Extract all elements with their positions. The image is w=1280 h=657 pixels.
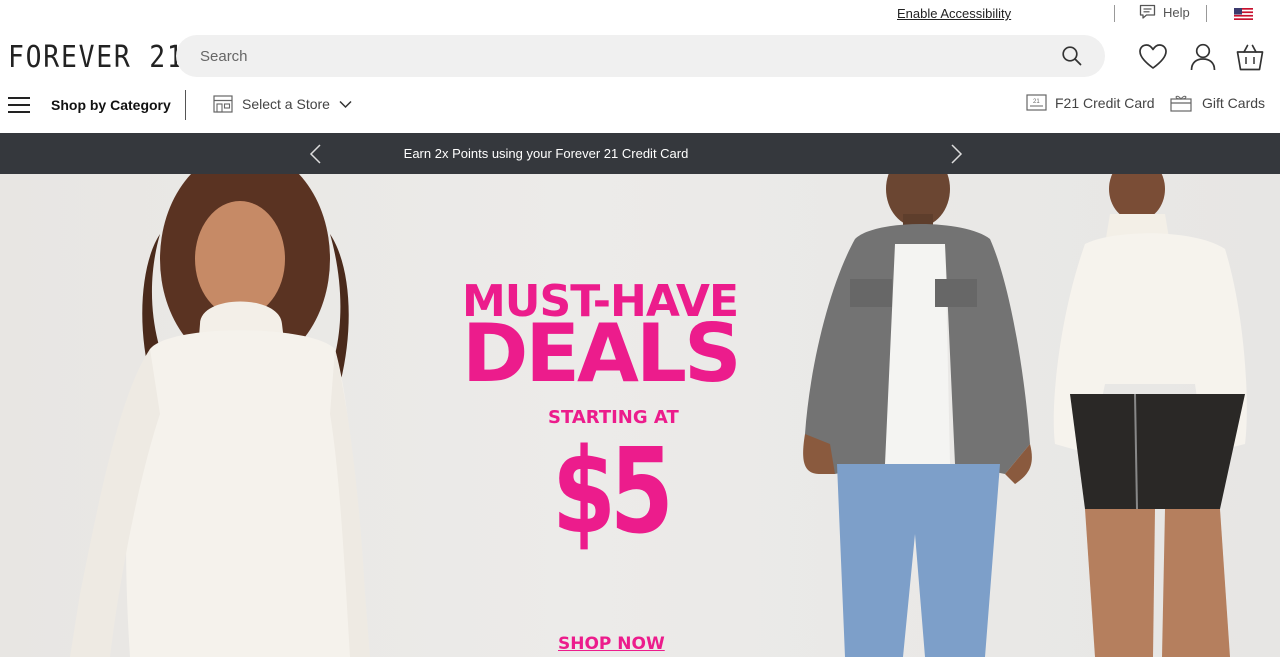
hamburger-menu-icon[interactable] — [8, 96, 30, 114]
credit-card-label: F21 Credit Card — [1055, 94, 1155, 111]
chevron-down-icon — [339, 100, 352, 108]
model-white-dress-image — [70, 174, 370, 657]
shop-by-category-button[interactable]: Shop by Category — [51, 97, 171, 113]
promo-banner: Earn 2x Points using your Forever 21 Cre… — [0, 133, 1280, 174]
chevron-right-icon[interactable] — [945, 143, 967, 165]
store-icon — [213, 95, 233, 113]
hero-price: $5 — [552, 422, 674, 560]
hero-headline-line2: DEALS — [462, 307, 742, 400]
shopping-bag-icon[interactable] — [1235, 42, 1265, 72]
divider — [1206, 5, 1207, 22]
select-store-label: Select a Store — [242, 96, 330, 112]
divider — [1114, 5, 1115, 22]
search-input[interactable] — [200, 35, 1040, 77]
select-store-button[interactable]: Select a Store — [213, 95, 352, 113]
chat-help-icon — [1139, 4, 1156, 19]
search-icon[interactable] — [1061, 45, 1083, 67]
heart-icon[interactable] — [1138, 42, 1168, 72]
gift-card-icon — [1170, 95, 1192, 112]
utility-bar: Enable Accessibility Help — [0, 0, 1280, 30]
forever21-logo[interactable]: FOREVER 21 — [8, 40, 185, 75]
account-icon[interactable] — [1188, 42, 1218, 72]
gift-cards-link[interactable]: Gift Cards — [1170, 94, 1265, 112]
promo-message[interactable]: Earn 2x Points using your Forever 21 Cre… — [0, 133, 1092, 174]
svg-text:21: 21 — [1033, 99, 1040, 105]
divider — [185, 90, 186, 120]
f21-credit-card-link[interactable]: 21 F21 Credit Card — [1026, 94, 1155, 111]
model-leather-skirt-image — [1053, 174, 1247, 657]
search-bar — [176, 35, 1105, 77]
shop-now-link[interactable]: SHOP NOW — [558, 634, 665, 654]
help-label: Help — [1163, 4, 1190, 20]
gift-cards-label: Gift Cards — [1202, 95, 1266, 111]
us-flag-icon[interactable] — [1234, 8, 1253, 20]
enable-accessibility-link[interactable]: Enable Accessibility — [897, 6, 1011, 21]
hero-banner[interactable]: MUST-HAVE DEALS STARTING AT $5 SHOP NOW — [0, 174, 1280, 657]
credit-card-icon: 21 — [1026, 94, 1047, 111]
help-link[interactable]: Help — [1139, 4, 1190, 20]
model-corduroy-jacket-image — [803, 174, 1032, 657]
